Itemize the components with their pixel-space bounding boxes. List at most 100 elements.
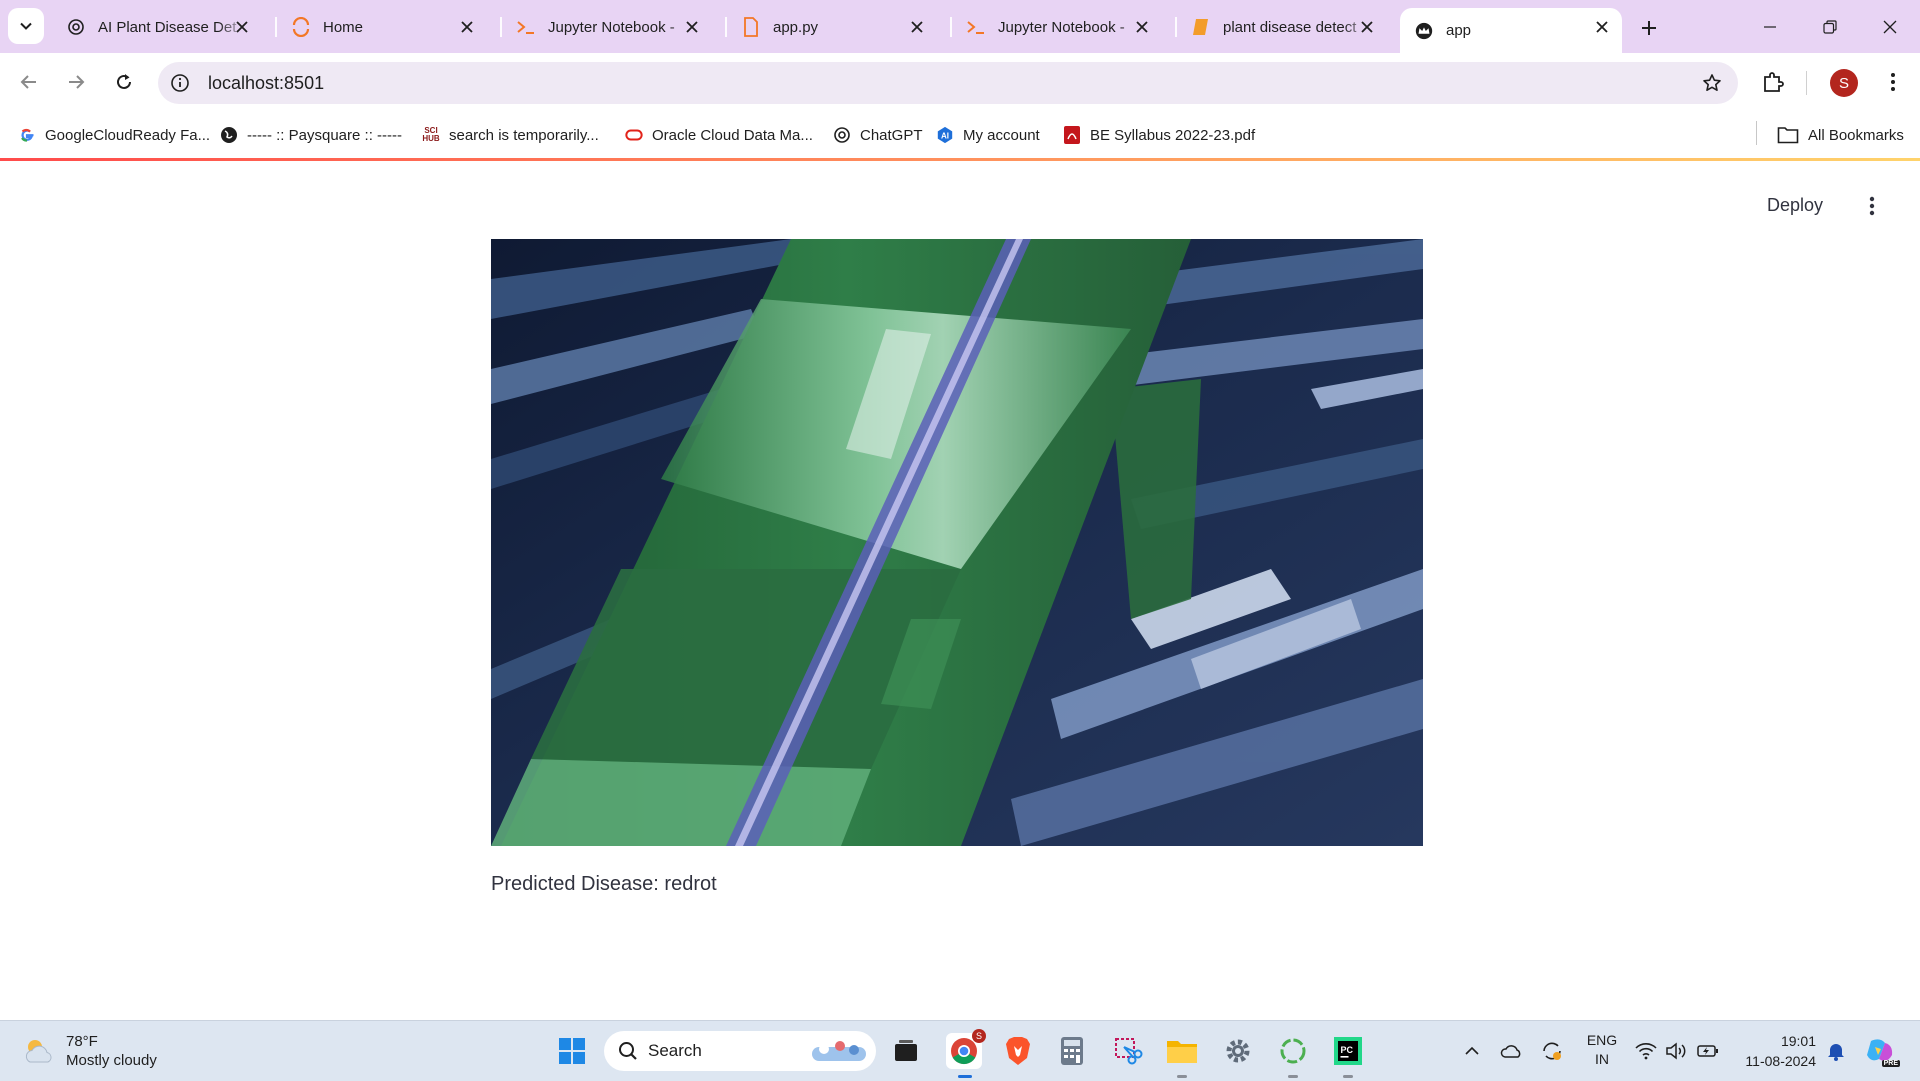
folder-icon [1777, 126, 1799, 144]
globe-icon [220, 126, 238, 144]
forward-button[interactable] [59, 65, 93, 99]
show-hidden-icons-button[interactable] [1454, 1033, 1490, 1069]
wifi-icon [1635, 1043, 1657, 1060]
bookmark-star-icon[interactable] [1700, 71, 1724, 95]
onedrive-cloud-icon [1500, 1045, 1521, 1058]
terminal-icon [966, 17, 986, 37]
bookmarks-divider [1756, 121, 1757, 145]
terminal-icon [516, 17, 536, 37]
calculator-icon [1061, 1037, 1083, 1065]
new-tab-button[interactable] [1634, 13, 1664, 43]
tab-app[interactable]: app [1400, 8, 1622, 53]
close-icon[interactable] [682, 17, 702, 37]
taskbar-brave[interactable] [1000, 1033, 1036, 1069]
search-icon [619, 1042, 637, 1060]
weather-widget[interactable]: 78°F Mostly cloudy [22, 1032, 157, 1070]
close-icon[interactable] [1357, 17, 1377, 37]
clock-date: 11-08-2024 [1745, 1053, 1816, 1069]
task-view-button[interactable] [888, 1033, 924, 1069]
start-button[interactable] [554, 1033, 590, 1069]
svg-text:AI: AI [941, 132, 949, 141]
tab-home[interactable]: Home [277, 8, 487, 46]
deploy-button[interactable]: Deploy [1767, 195, 1823, 216]
tab-app-py[interactable]: app.py [727, 8, 937, 46]
restore-button[interactable] [1800, 0, 1860, 53]
puzzle-icon [1764, 72, 1784, 92]
clock-time: 19:01 [1780, 1033, 1816, 1049]
address-bar[interactable]: localhost:8501 [158, 62, 1738, 104]
tab-plant-disease-detect[interactable]: plant disease detect [1177, 8, 1387, 46]
app-menu-button[interactable] [1862, 192, 1882, 220]
tab-jupyter-notebook-2[interactable]: Jupyter Notebook - [952, 8, 1162, 46]
taskbar-file-explorer[interactable] [1164, 1033, 1200, 1069]
arrow-left-icon [20, 75, 36, 89]
chevron-down-icon [20, 22, 32, 30]
google-icon [18, 126, 36, 144]
openai-icon [66, 17, 86, 37]
close-icon[interactable] [232, 17, 252, 37]
toolbar-divider [1806, 71, 1807, 95]
openai-icon [833, 126, 851, 144]
bookmark-googlecloudready[interactable]: GoogleCloudReady Fa... [18, 123, 210, 147]
sync-button[interactable] [1534, 1033, 1570, 1069]
tab-title: Jupyter Notebook - [998, 18, 1125, 36]
browser-menu-button[interactable] [1876, 65, 1910, 99]
taskbar-jupyter-app[interactable] [1275, 1033, 1311, 1069]
close-icon[interactable] [907, 17, 927, 37]
speaker-icon [1666, 1042, 1686, 1060]
notifications-button[interactable] [1818, 1033, 1854, 1069]
taskbar-snipping-tool[interactable] [1110, 1033, 1146, 1069]
taskbar-calculator[interactable] [1054, 1033, 1090, 1069]
tab-ai-plant-disease[interactable]: AI Plant Disease Det [52, 8, 262, 46]
bookmark-label: BE Syllabus 2022-23.pdf [1090, 126, 1256, 144]
jupyter-icon [291, 17, 311, 37]
svg-text:PC: PC [1341, 1045, 1354, 1055]
taskbar-chrome[interactable]: S [946, 1029, 986, 1069]
onedrive-button[interactable] [1494, 1033, 1530, 1069]
bookmark-oracle[interactable]: Oracle Cloud Data Ma... [625, 123, 813, 147]
bookmark-paysquare[interactable]: ----- :: Paysquare :: ----- [220, 123, 402, 147]
back-button[interactable] [12, 65, 46, 99]
restore-icon [1823, 19, 1837, 34]
close-window-button[interactable] [1860, 0, 1920, 53]
reload-icon [117, 74, 131, 89]
folder-icon [1167, 1041, 1197, 1063]
close-icon[interactable] [1592, 17, 1612, 37]
close-icon[interactable] [457, 17, 477, 37]
sync-icon [1543, 1042, 1561, 1060]
minimize-button[interactable] [1740, 0, 1800, 53]
all-bookmarks-button[interactable]: All Bookmarks [1777, 123, 1904, 147]
plant-stalk-picture [491, 239, 1423, 846]
taskbar-search[interactable]: Search [604, 1031, 876, 1071]
language-indicator[interactable]: ENG IN [1584, 1031, 1620, 1069]
site-info-icon[interactable] [168, 71, 192, 95]
taskbar-pycharm[interactable]: PC [1330, 1033, 1366, 1069]
copilot-preview-badge: PRE [1881, 1060, 1900, 1067]
bookmark-label: Oracle Cloud Data Ma... [652, 126, 813, 144]
reload-button[interactable] [107, 65, 141, 99]
profile-avatar[interactable]: S [1830, 69, 1858, 97]
taskbar-settings[interactable] [1220, 1033, 1256, 1069]
bookmark-label: search is temporarily... [449, 126, 599, 144]
prediction-result: Predicted Disease: redrot [491, 873, 717, 895]
copilot-button[interactable]: PRE [1862, 1033, 1900, 1069]
bookmark-label: All Bookmarks [1808, 126, 1904, 144]
tab-jupyter-notebook-1[interactable]: Jupyter Notebook - [502, 8, 712, 46]
bookmark-my-account[interactable]: AI My account [936, 123, 1040, 147]
plus-icon [1642, 21, 1656, 35]
extensions-button[interactable] [1756, 65, 1790, 99]
tab-title: AI Plant Disease Det [98, 18, 237, 36]
more-vertical-icon [1869, 196, 1875, 216]
volume-button[interactable] [1658, 1033, 1694, 1069]
url-text[interactable]: localhost:8501 [208, 73, 324, 94]
bookmark-chatgpt[interactable]: ChatGPT [833, 123, 923, 147]
browser-toolbar: localhost:8501 S [0, 53, 1920, 112]
system-clock[interactable]: 19:01 11-08-2024 [1736, 1031, 1816, 1071]
bookmark-be-syllabus[interactable]: BE Syllabus 2022-23.pdf [1063, 123, 1255, 147]
tab-search-button[interactable] [8, 8, 44, 44]
battery-button[interactable] [1690, 1033, 1726, 1069]
scihub-icon: SCI HUB [422, 126, 440, 143]
close-icon[interactable] [1132, 17, 1152, 37]
chevron-up-icon [1465, 1046, 1479, 1055]
bookmark-scihub[interactable]: SCI HUB search is temporarily... [422, 123, 599, 147]
